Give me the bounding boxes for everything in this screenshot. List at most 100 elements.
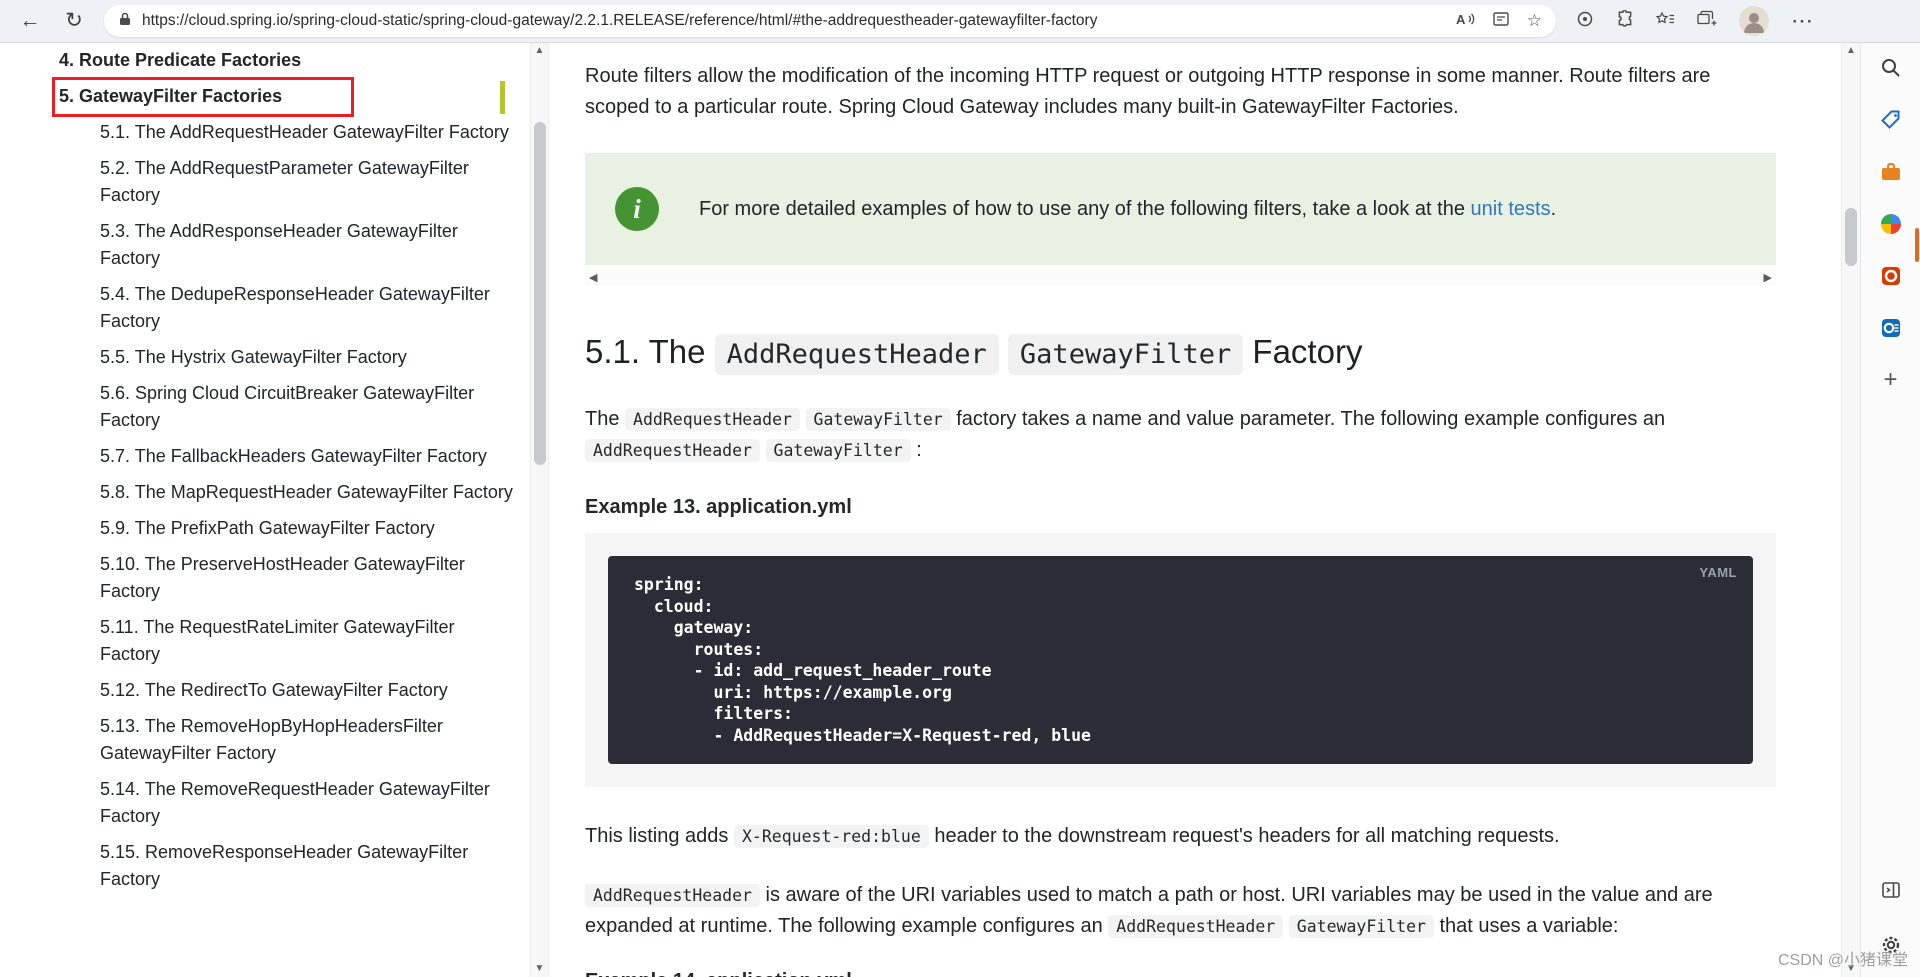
uri-variables-paragraph: AddRequestHeader is aware of the URI var… (585, 884, 1713, 938)
settings-menu-icon[interactable]: ⋯ (1791, 8, 1813, 34)
inline-code: AddRequestHeader (714, 334, 999, 375)
toc-link-5-9[interactable]: 5.9. The PrefixPath GatewayFilter Factor… (100, 518, 435, 538)
back-button[interactable]: ← (8, 0, 52, 42)
address-bar[interactable]: https://cloud.spring.io/spring-cloud-sta… (104, 5, 1556, 37)
toc-link-5-1[interactable]: 5.1. The AddRequestHeader GatewayFilter … (100, 122, 509, 142)
toc-item: 5.9. The PrefixPath GatewayFilter Factor… (59, 515, 514, 542)
code-listing: YAML spring: cloud: gateway: routes: - i… (585, 533, 1776, 787)
page-scroll-up-arrow[interactable]: ▲ (1842, 43, 1860, 59)
listing-description-paragraph: This listing adds X-Request-red:blue hea… (585, 825, 1560, 848)
designer-pinwheel-icon[interactable] (1880, 213, 1902, 235)
briefcase-icon[interactable] (1880, 161, 1902, 183)
toc-item: 5.4. The DedupeResponseHeader GatewayFil… (59, 281, 514, 335)
toc-item: 5.1. The AddRequestHeader GatewayFilter … (59, 119, 514, 146)
main-content: Route filters allow the modification of … (549, 43, 1841, 977)
toc-scrollbar[interactable]: ▲ ▼ (530, 43, 549, 977)
example-14-title: Example 14. application.yml (585, 970, 1776, 977)
note-admonition: i For more detailed examples of how to u… (585, 153, 1776, 265)
collections-icon[interactable] (1697, 10, 1717, 32)
info-icon-glyph: i (633, 193, 641, 224)
toc-link-5-6[interactable]: 5.6. Spring Cloud CircuitBreaker Gateway… (100, 383, 474, 430)
favorites-star-icon[interactable]: ☆ (1527, 11, 1542, 31)
read-aloud-icon[interactable]: A (1456, 11, 1475, 32)
refresh-button[interactable]: ↻ (52, 0, 96, 42)
info-icon: i (615, 187, 659, 231)
toc-item: 5.15. RemoveResponseHeader GatewayFilter… (59, 839, 514, 893)
page-scrollbar-thumb[interactable] (1845, 208, 1857, 266)
toc-active-indicator (500, 81, 505, 114)
toc-scroll-down-arrow[interactable]: ▼ (531, 961, 548, 977)
toc-link-5-10[interactable]: 5.10. The PreserveHostHeader GatewayFilt… (100, 554, 465, 601)
inline-code: GatewayFilter (1007, 334, 1244, 375)
annotation-red-box (52, 77, 354, 117)
table-of-contents: 4. Route Predicate Factories 5. GatewayF… (0, 43, 530, 977)
outlook-icon[interactable] (1880, 317, 1902, 339)
toc-link-5-15[interactable]: 5.15. RemoveResponseHeader GatewayFilter… (100, 842, 468, 889)
toc-link-5-14[interactable]: 5.14. The RemoveRequestHeader GatewayFil… (100, 779, 490, 826)
toc-link-5-5[interactable]: 5.5. The Hystrix GatewayFilter Factory (100, 347, 407, 367)
inline-code: AddRequestHeader (625, 408, 800, 431)
svg-text:A: A (1456, 12, 1466, 27)
toc-item: 5.12. The RedirectTo GatewayFilter Facto… (59, 677, 514, 704)
yaml-code: spring: cloud: gateway: routes: - id: ad… (634, 575, 1091, 745)
toc-link-5-4[interactable]: 5.4. The DedupeResponseHeader GatewayFil… (100, 284, 490, 331)
csdn-watermark: CSDN @小猪课堂 (1778, 952, 1909, 969)
toc-link-5-12[interactable]: 5.12. The RedirectTo GatewayFilter Facto… (100, 680, 448, 700)
url-text[interactable]: https://cloud.spring.io/spring-cloud-sta… (142, 12, 1444, 30)
browser-window: ← ↻ https://cloud.spring.io/spring-cloud… (0, 0, 1920, 977)
browser-toolbar: ← ↻ https://cloud.spring.io/spring-cloud… (0, 0, 1920, 43)
rail-active-indicator (1915, 228, 1919, 262)
toc-item: 4. Route Predicate Factories (59, 47, 514, 74)
toc-item: 5.2. The AddRequestParameter GatewayFilt… (59, 155, 514, 209)
toolbar-actions: ⋯ (1576, 6, 1813, 36)
toc-item: 5.10. The PreserveHostHeader GatewayFilt… (59, 551, 514, 605)
shopping-tag-icon[interactable] (1880, 109, 1902, 131)
lock-icon[interactable] (118, 11, 132, 32)
code-language-label: YAML (1699, 565, 1737, 580)
toc-link-5-11[interactable]: 5.11. The RequestRateLimiter GatewayFilt… (100, 617, 455, 664)
toc-item: 5.7. The FallbackHeaders GatewayFilter F… (59, 443, 514, 470)
toc-link-route-predicate-factories[interactable]: 4. Route Predicate Factories (59, 50, 301, 70)
profile-avatar[interactable] (1739, 6, 1769, 36)
toc-item: 5.14. The RemoveRequestHeader GatewayFil… (59, 776, 514, 830)
toc-item: 5.5. The Hystrix GatewayFilter Factory (59, 344, 514, 371)
office-icon[interactable] (1880, 265, 1902, 287)
intro-paragraph: Route filters allow the modification of … (585, 65, 1711, 118)
favorites-bar-icon[interactable] (1655, 11, 1675, 32)
toc-link-5-8[interactable]: 5.8. The MapRequestHeader GatewayFilter … (100, 482, 513, 502)
scroll-left-arrow[interactable]: ◀ (585, 271, 601, 284)
toc-scroll-up-arrow[interactable]: ▲ (531, 43, 548, 59)
address-bar-actions: A ☆ (1456, 11, 1542, 32)
example-13-title: Example 13. application.yml (585, 496, 852, 518)
toc-scrollbar-thumb[interactable] (534, 122, 546, 465)
note-text: For more detailed examples of how to use… (699, 198, 1557, 220)
toc-link-5-7[interactable]: 5.7. The FallbackHeaders GatewayFilter F… (100, 446, 487, 466)
toc-item: 5.13. The RemoveHopByHopHeadersFilter Ga… (59, 713, 514, 767)
sidebar-toggle-icon[interactable] (1881, 880, 1901, 905)
workspaces-icon[interactable] (1576, 10, 1594, 33)
add-sidebar-app-icon[interactable]: + (1880, 368, 1902, 392)
toc-link-5-13[interactable]: 5.13. The RemoveHopByHopHeadersFilter Ga… (100, 716, 443, 763)
note-horizontal-scrollbar[interactable]: ◀ ▶ (585, 269, 1776, 285)
scroll-right-arrow[interactable]: ▶ (1760, 271, 1776, 284)
inline-code: AddRequestHeader (585, 439, 760, 462)
search-icon[interactable] (1880, 57, 1902, 79)
extensions-icon[interactable] (1616, 9, 1634, 33)
inline-code: AddRequestHeader (1108, 915, 1284, 938)
immersive-reader-icon[interactable] (1493, 11, 1509, 32)
toc-item: 5.8. The MapRequestHeader GatewayFilter … (59, 479, 514, 506)
inline-code: AddRequestHeader (585, 884, 760, 907)
code-content: spring: cloud: gateway: routes: - id: ad… (608, 556, 1753, 764)
inline-code: GatewayFilter (765, 439, 911, 462)
toc-link-5-2[interactable]: 5.2. The AddRequestParameter GatewayFilt… (100, 158, 469, 205)
toc-item: 5.6. Spring Cloud CircuitBreaker Gateway… (59, 380, 514, 434)
inline-code: X-Request-red:blue (733, 825, 929, 848)
section-paragraph: The AddRequestHeader GatewayFilter facto… (585, 408, 1666, 462)
unit-tests-link[interactable]: unit tests (1471, 198, 1551, 220)
toc-link-5-3[interactable]: 5.3. The AddResponseHeader GatewayFilter… (100, 221, 458, 268)
inline-code: GatewayFilter (805, 408, 951, 431)
toc-item: 5.3. The AddResponseHeader GatewayFilter… (59, 218, 514, 272)
edge-sidebar-rail: + (1860, 43, 1920, 977)
toc-item: 5.11. The RequestRateLimiter GatewayFilt… (59, 614, 514, 668)
page-scrollbar[interactable]: ▲ ▼ (1841, 43, 1860, 977)
